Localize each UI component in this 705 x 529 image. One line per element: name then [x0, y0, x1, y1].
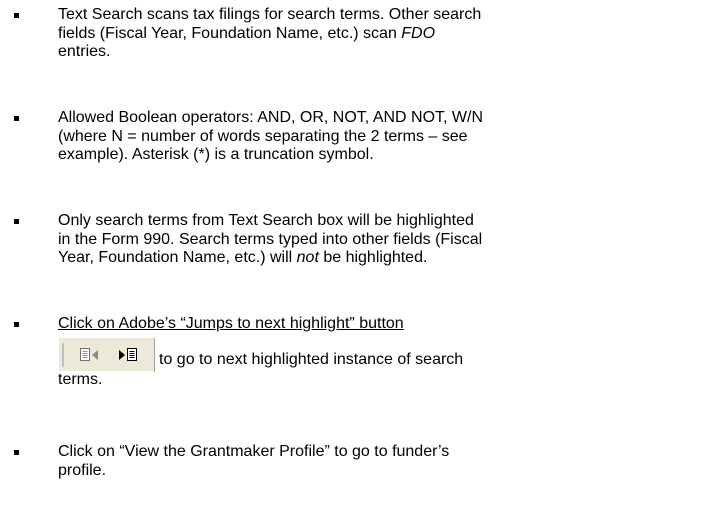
bullet-marker [14, 219, 19, 224]
text-line: profile. [58, 461, 107, 479]
adobe-highlight-toolbar [58, 336, 155, 372]
emphasis-not: not [296, 249, 319, 266]
text-line: in the Form 990. Search terms typed into… [58, 230, 483, 248]
next-highlight-icon [119, 347, 137, 361]
toolbar-line: to go to next highlighted instance of se… [58, 336, 698, 372]
toolbar-grip [62, 342, 64, 367]
next-highlight-button[interactable] [115, 345, 141, 365]
bullet-text: Click on “View the Grantmaker Profile” t… [58, 443, 698, 480]
text-line: terms. [58, 370, 103, 388]
bullet-marker [14, 322, 19, 327]
text-line: Allowed Boolean operators: AND, OR, NOT,… [58, 109, 484, 126]
text-line: Click on “View the Grantmaker Profile” t… [58, 443, 450, 460]
bullet-text: Only search terms from Text Search box w… [58, 212, 698, 268]
text-line: Only search terms from Text Search box w… [58, 212, 474, 229]
text-line: Text Search scans tax filings for search… [58, 6, 482, 23]
bullet-marker [14, 13, 19, 18]
previous-highlight-icon [80, 347, 98, 361]
text-line: Year, Foundation Name, etc.) will not be… [58, 249, 698, 268]
text-line: example). Asterisk (*) is a truncation s… [58, 146, 374, 163]
document-page: Text Search scans tax filings for search… [0, 0, 705, 529]
bullet-text: Allowed Boolean operators: AND, OR, NOT,… [58, 109, 698, 165]
bullet-marker [14, 450, 19, 455]
toolbar-divider [154, 337, 155, 372]
bullet-marker [14, 116, 19, 121]
text-line: (where N = number of words separating th… [58, 127, 468, 145]
text-segment: to go to next highlighted instance of se… [159, 350, 464, 368]
text-segment: Year, Foundation Name, etc.) will [58, 249, 297, 266]
text-segment: be highlighted. [318, 249, 428, 266]
text-segment: fields (Fiscal Year, Foundation Name, et… [58, 24, 402, 42]
emphasis-fdo: FDO [401, 24, 436, 42]
text-line: entries. [58, 43, 111, 60]
bullet-text: Text Search scans tax filings for search… [58, 6, 698, 62]
text-line: fields (Fiscal Year, Foundation Name, et… [58, 25, 698, 44]
bullet-text: Click on Adobe’s “Jumps to next highligh… [58, 315, 698, 389]
text-line: Click on Adobe’s “Jumps to next highligh… [58, 315, 404, 332]
previous-highlight-button[interactable] [77, 345, 103, 365]
